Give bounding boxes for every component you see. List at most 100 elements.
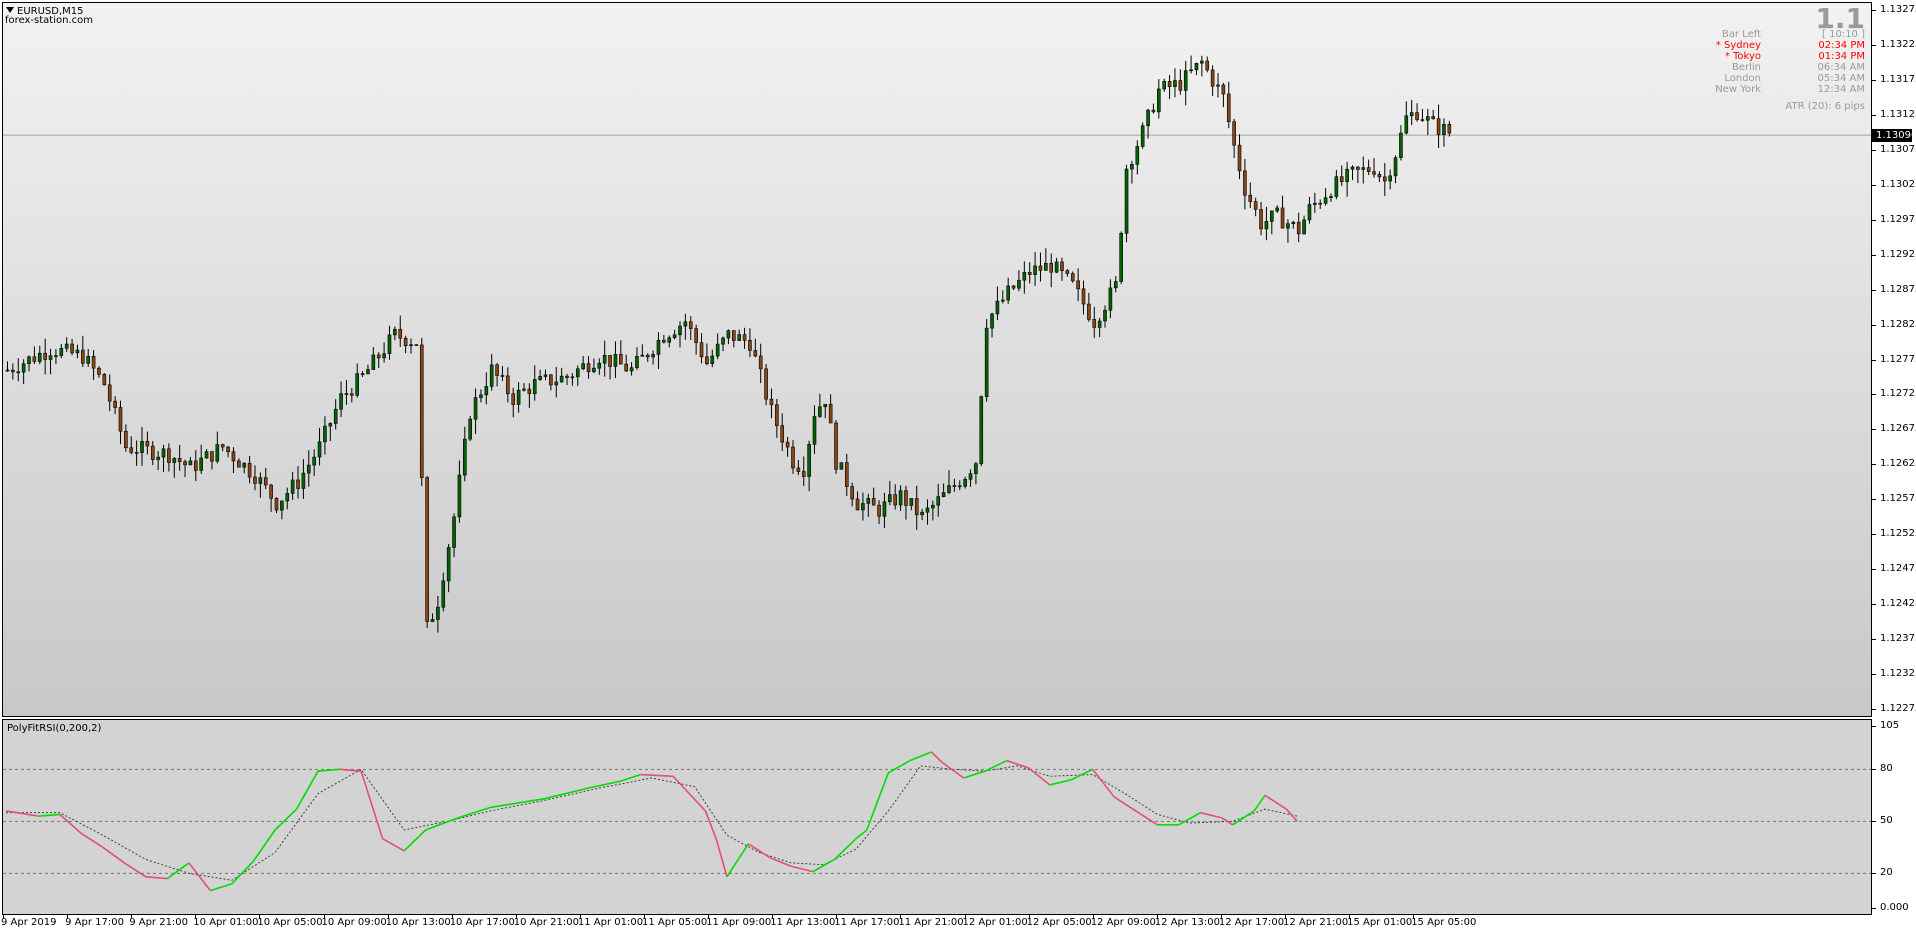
candle (1189, 55, 1193, 74)
rsi-segment (295, 770, 319, 810)
candle (931, 500, 935, 521)
candle (75, 344, 80, 359)
candle (1253, 197, 1258, 217)
candle (936, 483, 941, 517)
rsi-segment (1113, 796, 1137, 812)
candle (941, 483, 946, 498)
candle (818, 393, 822, 418)
candle (253, 465, 257, 491)
candle (1103, 305, 1107, 328)
candle (705, 343, 709, 366)
candle (1011, 284, 1016, 291)
session-label: * Tokyo (1724, 51, 1761, 62)
candle (231, 447, 236, 474)
candle (1183, 60, 1188, 106)
price-chart-canvas[interactable] (3, 3, 1871, 716)
candle (1081, 280, 1086, 315)
candle (194, 450, 198, 482)
candle (1157, 79, 1161, 119)
rsi-segment (1092, 768, 1115, 798)
time-tick-label: 11 Apr 09:00 (706, 917, 772, 928)
rsi-indicator-canvas[interactable] (3, 720, 1871, 914)
candle (1038, 252, 1043, 282)
candle (758, 343, 763, 384)
candle (893, 484, 898, 510)
candle (1409, 99, 1414, 126)
candle (183, 459, 187, 478)
candle (721, 336, 725, 352)
candle (1248, 182, 1253, 209)
candle (1033, 252, 1037, 286)
candle (27, 355, 31, 372)
candle (516, 382, 521, 413)
candle (452, 513, 456, 558)
candle (726, 329, 731, 345)
candle (672, 329, 677, 340)
candle (909, 498, 914, 511)
candle (129, 436, 134, 455)
candle (113, 396, 117, 415)
candle (242, 462, 247, 474)
rsi-segment (1285, 808, 1298, 822)
candle (904, 485, 908, 520)
rsi-indicator-pane[interactable]: PolyFitRSI(0,200,2) (2, 719, 1872, 915)
time-tick-label: 10 Apr 21:00 (513, 917, 579, 928)
candle (775, 398, 779, 438)
candle (823, 404, 828, 419)
rsi-segment (704, 810, 717, 839)
candle (624, 354, 629, 372)
time-tick-label: 12 Apr 17:00 (1218, 917, 1285, 928)
candle (290, 471, 295, 500)
candle (920, 509, 924, 521)
candle (710, 349, 715, 368)
candle (586, 356, 591, 379)
session-label: New York (1715, 84, 1761, 95)
candle (1339, 165, 1344, 186)
price-chart-pane[interactable]: EURUSD,M15 forex-station.com 1.1 Bar Lef… (2, 2, 1872, 717)
candle (1060, 257, 1064, 281)
candle (1350, 165, 1355, 181)
candle (199, 444, 203, 474)
rsi-segment (672, 775, 706, 812)
rsi-segment (887, 759, 911, 774)
candle (812, 405, 817, 455)
candle (355, 363, 360, 398)
candle (715, 333, 720, 360)
candle (446, 543, 451, 593)
candle (296, 466, 300, 499)
session-time: 05:34 AM (1817, 73, 1865, 84)
candle (1442, 118, 1446, 147)
candle (366, 364, 370, 375)
time-tick-label: 9 Apr 17:00 (65, 917, 124, 928)
candle (974, 462, 978, 485)
candle (1054, 257, 1059, 274)
candle (1216, 73, 1220, 98)
candle (1372, 158, 1376, 178)
triangle-down-icon[interactable] (6, 7, 14, 13)
rsi-segment (425, 817, 459, 831)
candle (850, 482, 854, 507)
candle (382, 342, 386, 363)
rsi-segment (963, 770, 986, 779)
rsi-segment (1232, 810, 1255, 826)
time-tick-label: 11 Apr 17:00 (834, 917, 900, 928)
rsi-segment (231, 860, 255, 885)
candle (834, 420, 838, 474)
candle (554, 366, 559, 398)
candle (167, 443, 171, 472)
candle (81, 335, 85, 368)
candle (1146, 108, 1150, 139)
candle (694, 324, 698, 355)
rsi-segment (59, 813, 82, 835)
candle (1124, 164, 1129, 243)
candle (1027, 262, 1032, 284)
time-tick-label: 15 Apr 05:00 (1411, 917, 1477, 928)
candle (1323, 188, 1328, 206)
candle (764, 364, 768, 406)
candle (581, 356, 585, 371)
candle (1087, 292, 1091, 322)
candle (688, 316, 693, 340)
candle (419, 337, 424, 487)
candle (1382, 162, 1387, 196)
candle (1377, 171, 1382, 182)
